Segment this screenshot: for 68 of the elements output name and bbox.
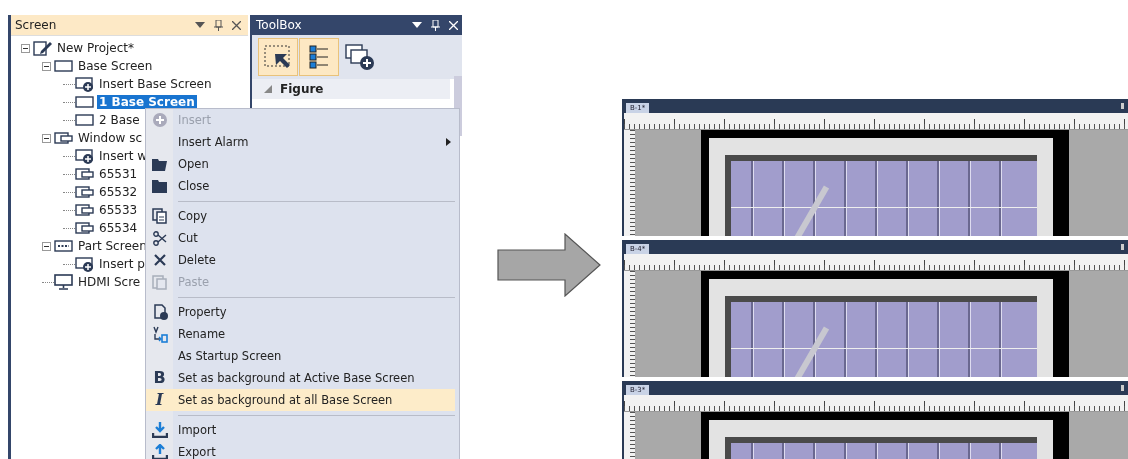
menu-item[interactable]: Import — [146, 419, 455, 441]
plus-circle-icon — [152, 113, 167, 127]
screen-icon — [75, 113, 95, 127]
tree-item[interactable]: 1 Base Screen — [97, 95, 197, 109]
tree-item[interactable]: Insert Base Screen — [97, 77, 214, 91]
menu-item[interactable]: I Set as background at all Base Screen — [146, 389, 455, 411]
dropdown-icon[interactable] — [195, 22, 205, 28]
menu-item[interactable]: Open — [146, 153, 455, 175]
copy-icon — [152, 208, 167, 224]
tree-item[interactable]: HDMI Scre — [76, 275, 143, 289]
panel-dots-icon — [54, 239, 74, 253]
collapse-icon[interactable] — [42, 241, 51, 251]
window-icon — [75, 203, 95, 217]
menu-item[interactable]: Close — [146, 175, 455, 197]
tree-item[interactable]: Insert p — [97, 257, 147, 271]
tree-item[interactable]: 65534 — [97, 221, 140, 235]
collapse-icon[interactable] — [42, 133, 51, 143]
expand-triangle-icon — [264, 85, 272, 93]
screen-plus-icon — [75, 148, 95, 164]
menu-item[interactable]: Insert Alarm — [146, 131, 455, 153]
screen-icon — [54, 59, 74, 73]
menu-item[interactable]: Cut — [146, 227, 455, 249]
select-tool[interactable] — [258, 38, 298, 76]
screen-icon — [75, 95, 95, 109]
window-icon — [75, 185, 95, 199]
tree-item[interactable]: 2 Base — [97, 113, 142, 127]
window-icon — [75, 221, 95, 235]
panel-title: Screen — [15, 18, 58, 32]
list-tool[interactable] — [299, 38, 339, 76]
document-question-icon — [151, 304, 168, 320]
tree-item[interactable]: 65531 — [97, 167, 140, 181]
dropdown-icon[interactable] — [412, 22, 422, 28]
upload-icon — [151, 444, 168, 459]
screen-plus-icon — [75, 256, 95, 272]
tree-item[interactable]: Window sc — [76, 131, 144, 145]
scissors-icon — [152, 230, 167, 246]
tree-item[interactable]: 65532 — [97, 185, 140, 199]
section-header[interactable]: Figure — [252, 79, 450, 99]
window-icon — [54, 131, 74, 145]
rename-icon — [151, 325, 168, 343]
format-letter-icon: I — [155, 391, 164, 409]
close-icon[interactable] — [232, 20, 241, 30]
menu-item[interactable]: Export — [146, 441, 455, 459]
collapse-icon[interactable] — [21, 43, 30, 53]
menu-item[interactable]: Delete — [146, 249, 455, 271]
menu-item[interactable]: As Startup Screen — [146, 345, 455, 367]
tree-item[interactable]: 65533 — [97, 203, 140, 217]
menu-item[interactable]: Copy — [146, 205, 455, 227]
collapse-icon[interactable] — [42, 61, 51, 71]
tree-item[interactable]: Base Screen — [76, 59, 155, 73]
paste-icon — [152, 274, 167, 290]
delete-icon — [153, 254, 166, 266]
panel-title: ToolBox — [256, 18, 303, 32]
menu-item[interactable]: Rename — [146, 323, 455, 345]
add-screen-icon — [343, 42, 377, 72]
menu-item[interactable]: Property — [146, 301, 455, 323]
pin-icon[interactable] — [214, 19, 223, 31]
window-icon — [75, 167, 95, 181]
folder-icon — [151, 157, 168, 171]
tree-item[interactable]: New Project* — [55, 41, 137, 55]
menu-item[interactable]: B Set as background at Active Base Screen — [146, 367, 455, 389]
download-icon — [151, 422, 168, 438]
document-pen-icon — [33, 40, 53, 56]
monitor-icon — [54, 274, 74, 290]
folder-icon — [151, 179, 168, 193]
right-arrow-icon — [497, 233, 601, 297]
format-letter-icon: B — [153, 369, 166, 387]
screen-plus-icon — [75, 76, 95, 92]
